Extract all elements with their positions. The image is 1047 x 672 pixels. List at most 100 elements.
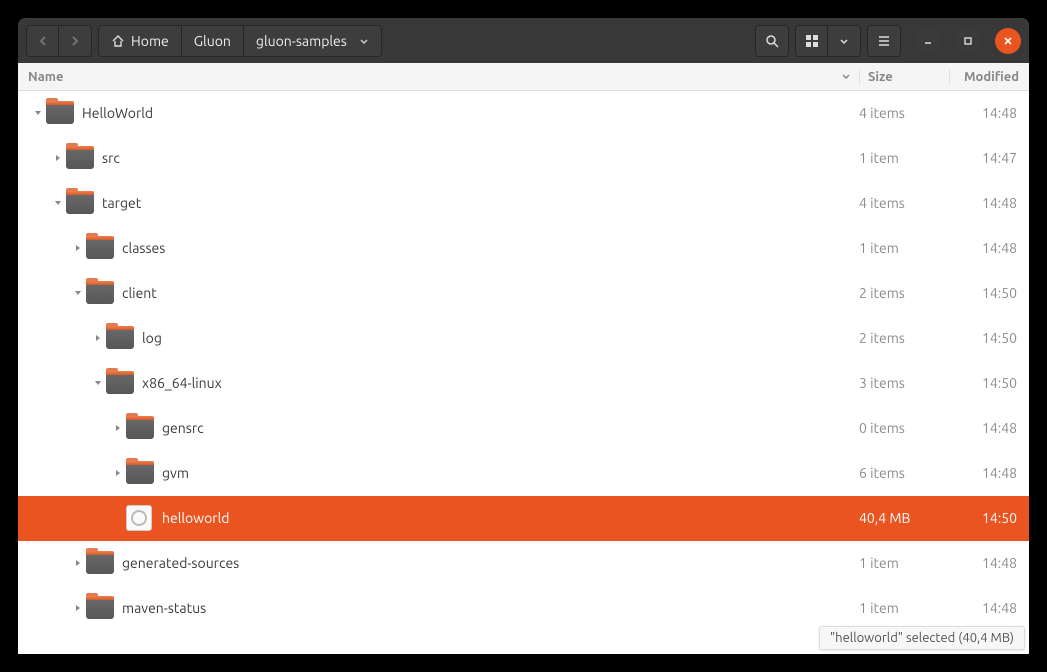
row-modified: 14:47 xyxy=(949,150,1029,166)
column-name-label: Name xyxy=(28,70,63,84)
row-icon xyxy=(126,459,154,487)
row-modified: 14:48 xyxy=(949,420,1029,436)
close-button[interactable] xyxy=(995,28,1021,54)
grid-icon xyxy=(805,34,819,48)
expander[interactable] xyxy=(70,603,86,613)
row-modified: 14:50 xyxy=(949,330,1029,346)
file-row[interactable]: maven-status1 item14:48 xyxy=(18,586,1029,631)
path-home-label: Home xyxy=(131,33,169,49)
file-row[interactable]: gensrc0 items14:48 xyxy=(18,406,1029,451)
folder-icon xyxy=(86,237,114,259)
expander[interactable] xyxy=(110,468,126,478)
maximize-icon xyxy=(963,36,973,46)
file-row[interactable]: classes1 item14:48 xyxy=(18,226,1029,271)
folder-icon xyxy=(86,552,114,574)
chevron-down-icon xyxy=(841,71,851,81)
expander[interactable] xyxy=(30,108,46,118)
column-name[interactable]: Name xyxy=(18,70,859,84)
search-icon xyxy=(765,34,779,48)
file-row[interactable]: log2 items14:50 xyxy=(18,316,1029,361)
row-size: 4 items xyxy=(859,195,949,211)
view-group xyxy=(795,25,861,57)
row-name: HelloWorld xyxy=(82,105,859,121)
row-icon xyxy=(66,189,94,217)
file-row[interactable]: client2 items14:50 xyxy=(18,271,1029,316)
path-bar: Home Gluon gluon-samples xyxy=(98,25,382,57)
row-name: x86_64-linux xyxy=(142,375,859,391)
file-row[interactable]: src1 item14:47 xyxy=(18,136,1029,181)
row-name: target xyxy=(102,195,859,211)
executable-icon xyxy=(126,505,152,531)
row-size: 2 items xyxy=(859,330,949,346)
forward-button[interactable] xyxy=(59,26,91,56)
row-name: generated-sources xyxy=(122,555,859,571)
row-size: 6 items xyxy=(859,465,949,481)
folder-icon xyxy=(106,327,134,349)
maximize-button[interactable] xyxy=(955,28,981,54)
column-modified[interactable]: Modified xyxy=(949,70,1029,84)
row-size: 1 item xyxy=(859,240,949,256)
folder-icon xyxy=(86,282,114,304)
view-dropdown-button[interactable] xyxy=(828,26,860,56)
path-seg-gluon[interactable]: Gluon xyxy=(182,26,244,56)
column-modified-label: Modified xyxy=(964,70,1019,84)
folder-icon xyxy=(86,597,114,619)
back-button[interactable] xyxy=(27,26,59,56)
file-row[interactable]: generated-sources1 item14:48 xyxy=(18,541,1029,586)
row-size: 1 item xyxy=(859,150,949,166)
folder-icon xyxy=(126,417,154,439)
expander[interactable] xyxy=(70,243,86,253)
minimize-button[interactable] xyxy=(915,28,941,54)
expander[interactable] xyxy=(50,198,66,208)
row-size: 1 item xyxy=(859,555,949,571)
expander[interactable] xyxy=(70,288,86,298)
row-size: 40,4 MB xyxy=(859,510,949,526)
row-modified: 14:48 xyxy=(949,195,1029,211)
column-size[interactable]: Size xyxy=(859,70,949,84)
file-row[interactable]: helloworld40,4 MB14:50 xyxy=(18,496,1029,541)
column-headers: Name Size Modified xyxy=(18,63,1029,91)
row-modified: 14:48 xyxy=(949,555,1029,571)
row-icon xyxy=(46,99,74,127)
row-modified: 14:50 xyxy=(949,285,1029,301)
hamburger-icon xyxy=(877,34,891,48)
expander[interactable] xyxy=(110,423,126,433)
row-modified: 14:48 xyxy=(949,600,1029,616)
row-icon xyxy=(66,144,94,172)
folder-icon xyxy=(106,372,134,394)
icon-view-button[interactable] xyxy=(796,26,828,56)
expander[interactable] xyxy=(50,153,66,163)
chevron-down-icon xyxy=(839,36,849,46)
hamburger-button[interactable] xyxy=(868,26,900,56)
folder-icon xyxy=(126,462,154,484)
row-name: helloworld xyxy=(162,510,859,526)
expander[interactable] xyxy=(90,333,106,343)
search-button[interactable] xyxy=(756,26,788,56)
home-icon xyxy=(111,34,125,48)
row-name: classes xyxy=(122,240,859,256)
row-modified: 14:50 xyxy=(949,510,1029,526)
row-modified: 14:48 xyxy=(949,240,1029,256)
row-size: 2 items xyxy=(859,285,949,301)
file-row[interactable]: HelloWorld4 items14:48 xyxy=(18,91,1029,136)
path-seg-gluon-samples[interactable]: gluon-samples xyxy=(244,26,381,56)
nav-buttons xyxy=(26,25,92,57)
search-group xyxy=(755,25,789,57)
file-manager-window: Home Gluon gluon-samples xyxy=(18,18,1029,654)
folder-icon xyxy=(66,147,94,169)
file-row[interactable]: gvm6 items14:48 xyxy=(18,451,1029,496)
row-icon xyxy=(86,594,114,622)
chevron-down-icon xyxy=(359,36,369,46)
column-size-label: Size xyxy=(868,70,893,84)
row-icon xyxy=(86,234,114,262)
file-list[interactable]: HelloWorld4 items14:48src1 item14:47targ… xyxy=(18,91,1029,654)
file-row[interactable]: target4 items14:48 xyxy=(18,181,1029,226)
expander[interactable] xyxy=(90,378,106,388)
row-name: client xyxy=(122,285,859,301)
path-home[interactable]: Home xyxy=(99,26,182,56)
expander[interactable] xyxy=(70,558,86,568)
row-size: 4 items xyxy=(859,105,949,121)
file-row[interactable]: x86_64-linux3 items14:50 xyxy=(18,361,1029,406)
folder-icon xyxy=(66,192,94,214)
row-modified: 14:48 xyxy=(949,465,1029,481)
